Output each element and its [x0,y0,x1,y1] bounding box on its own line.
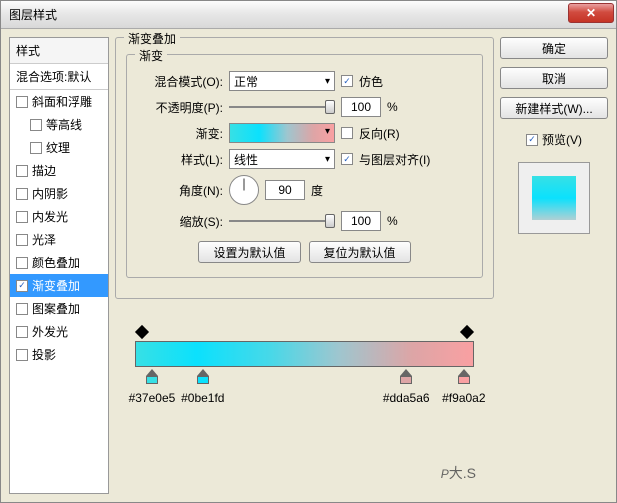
style-checkbox[interactable] [16,349,28,361]
preview-label: 预览(V) [542,131,582,148]
color-stop-label: #37e0e5 [129,391,176,405]
style-item-1[interactable]: 等高线 [10,113,108,136]
reverse-label: 反向(R) [359,125,400,142]
style-label: 纹理 [46,139,70,156]
opacity-slider[interactable] [229,98,335,116]
panel-title: 渐变叠加 [124,30,180,47]
style-label: 渐变叠加 [32,277,80,294]
style-checkbox[interactable] [16,165,28,177]
reverse-checkbox[interactable] [341,127,353,139]
style-checkbox[interactable] [16,280,28,292]
style-checkbox[interactable] [30,119,42,131]
angle-input[interactable] [265,180,305,200]
color-stop[interactable] [196,369,210,385]
style-item-8[interactable]: 渐变叠加 [10,274,108,297]
close-button[interactable]: ✕ [568,3,614,23]
style-item-11[interactable]: 投影 [10,343,108,366]
style-label: 内阴影 [32,185,68,202]
color-stop-label: #0be1fd [181,391,224,405]
opacity-label: 不透明度(P): [137,99,223,116]
style-item-3[interactable]: 描边 [10,159,108,182]
color-stop-label: #f9a0a2 [442,391,485,405]
opacity-stop[interactable] [461,327,473,339]
style-item-5[interactable]: 内发光 [10,205,108,228]
styles-list: 样式 混合选项:默认 斜面和浮雕等高线纹理描边内阴影内发光光泽颜色叠加渐变叠加图… [9,37,109,494]
gradient-label: 渐变: [137,125,223,142]
style-item-7[interactable]: 颜色叠加 [10,251,108,274]
align-label: 与图层对齐(I) [359,151,430,168]
titlebar: 图层样式 ✕ [1,1,616,29]
angle-dial[interactable] [229,175,259,205]
color-stop[interactable] [399,369,413,385]
dither-label: 仿色 [359,73,383,90]
preview-checkbox[interactable] [526,134,538,146]
style-label: 光泽 [32,231,56,248]
style-checkbox[interactable] [16,257,28,269]
ok-button[interactable]: 确定 [500,37,608,59]
style-item-0[interactable]: 斜面和浮雕 [10,90,108,113]
styles-header: 样式 [10,38,108,64]
watermark: P大.S [441,441,476,488]
color-stop[interactable] [145,369,159,385]
angle-label: 角度(N): [137,182,223,199]
color-stop-label: #dda5a6 [383,391,430,405]
gradient-overlay-panel: 渐变叠加 渐变 混合模式(O): 正常 仿色 不透明度(P): % 渐变: [115,37,494,494]
style-checkbox[interactable] [16,211,28,223]
style-checkbox[interactable] [16,96,28,108]
style-item-6[interactable]: 光泽 [10,228,108,251]
opacity-input[interactable] [341,97,381,117]
style-label: 等高线 [46,116,82,133]
style-item-10[interactable]: 外发光 [10,320,108,343]
scale-slider[interactable] [229,212,335,230]
style-checkbox[interactable] [16,234,28,246]
style-label: 描边 [32,162,56,179]
scale-label: 缩放(S): [137,213,223,230]
color-stop[interactable] [457,369,471,385]
style-checkbox[interactable] [16,303,28,315]
new-style-button[interactable]: 新建样式(W)... [500,97,608,119]
align-checkbox[interactable] [341,153,353,165]
style-item-9[interactable]: 图案叠加 [10,297,108,320]
dialog-buttons: 确定 取消 新建样式(W)... 预览(V) [500,37,608,494]
panel-subtitle: 渐变 [135,47,167,64]
preview-box [518,162,590,234]
style-label: 投影 [32,346,56,363]
set-default-button[interactable]: 设置为默认值 [198,241,300,263]
scale-input[interactable] [341,211,381,231]
style-item-2[interactable]: 纹理 [10,136,108,159]
style-label: 斜面和浮雕 [32,93,92,110]
style-label: 样式(L): [137,151,223,168]
blending-options-item[interactable]: 混合选项:默认 [10,64,108,90]
gradient-picker[interactable] [229,123,335,143]
style-checkbox[interactable] [16,326,28,338]
gradient-bar[interactable] [135,341,474,367]
style-select[interactable]: 线性 [229,149,335,169]
style-label: 外发光 [32,323,68,340]
style-label: 图案叠加 [32,300,80,317]
style-label: 内发光 [32,208,68,225]
style-checkbox[interactable] [16,188,28,200]
blend-mode-select[interactable]: 正常 [229,71,335,91]
opacity-stop[interactable] [136,327,148,339]
blend-mode-label: 混合模式(O): [137,73,223,90]
angle-unit: 度 [311,182,323,199]
gradient-editor: #37e0e5 #0be1fd #dda5a6 #f9a0a2 [115,329,494,419]
style-checkbox[interactable] [30,142,42,154]
style-item-4[interactable]: 内阴影 [10,182,108,205]
style-label: 颜色叠加 [32,254,80,271]
reset-default-button[interactable]: 复位为默认值 [309,241,411,263]
dither-checkbox[interactable] [341,75,353,87]
cancel-button[interactable]: 取消 [500,67,608,89]
window-title: 图层样式 [9,6,57,23]
